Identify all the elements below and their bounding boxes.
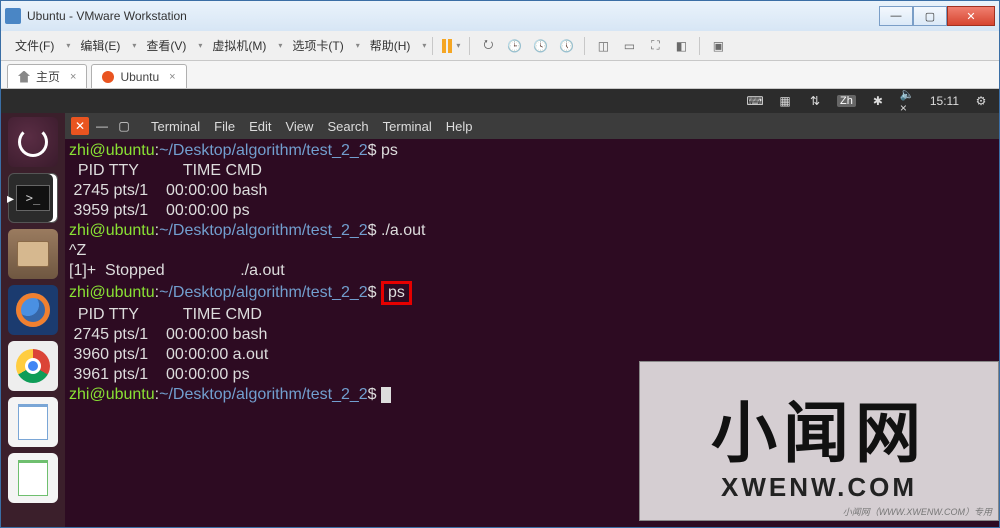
send-ctrl-alt-del-icon[interactable]: ⭮ <box>476 35 500 57</box>
calc-icon <box>18 460 48 496</box>
launcher-files[interactable] <box>8 229 58 279</box>
tmenu-file[interactable]: File <box>214 119 235 134</box>
dash-button[interactable] <box>8 117 58 167</box>
terminal-maximize-button[interactable]: ▢ <box>115 117 133 135</box>
unity-mode-icon[interactable]: ◧ <box>669 35 693 57</box>
chrome-icon <box>16 349 50 383</box>
files-icon <box>17 241 49 267</box>
menu-view[interactable]: 查看(V) <box>138 33 194 58</box>
writer-icon <box>18 404 48 440</box>
tab-close-icon[interactable]: × <box>169 71 175 83</box>
terminal-cursor <box>381 387 391 403</box>
running-indicator-icon: ▸ <box>7 190 14 207</box>
console-view-icon[interactable]: ▣ <box>706 35 730 57</box>
tmenu-edit[interactable]: Edit <box>249 119 271 134</box>
highlight-box: ps <box>381 281 412 305</box>
menu-file[interactable]: 文件(F) <box>7 33 62 58</box>
app-icon <box>5 8 21 24</box>
tmenu-search[interactable]: Search <box>327 119 368 134</box>
system-gear-icon[interactable]: ⚙ <box>973 93 989 109</box>
terminal-icon: >_ <box>16 185 50 211</box>
launcher-terminal[interactable]: ▸ >_ <box>8 173 58 223</box>
tmenu-terminal[interactable]: Terminal <box>151 119 200 134</box>
tmenu-help[interactable]: Help <box>446 119 473 134</box>
network-icon[interactable]: ⇅ <box>807 93 823 109</box>
terminal-close-button[interactable]: ✕ <box>71 117 89 135</box>
bluetooth-icon[interactable]: ✱ <box>870 93 886 109</box>
pause-vm-button[interactable]: ▾ <box>439 35 463 57</box>
launcher-chrome[interactable] <box>8 341 58 391</box>
home-icon <box>18 71 30 83</box>
ime-indicator[interactable]: Zh <box>837 95 856 107</box>
window-title: Ubuntu - VMware Workstation <box>27 9 879 23</box>
window-titlebar[interactable]: Ubuntu - VMware Workstation — ▢ ✕ <box>1 1 999 31</box>
snapshot-icon[interactable]: 🕒 <box>502 35 526 57</box>
launcher-writer[interactable] <box>8 397 58 447</box>
watermark-overlay: 小闻网 XWENW.COM 小闻网（WWW.XWENW.COM）专用 <box>639 361 999 521</box>
tab-home[interactable]: 主页 × <box>7 64 87 88</box>
firefox-icon <box>16 293 50 327</box>
close-button[interactable]: ✕ <box>947 6 995 26</box>
launcher-calc[interactable] <box>8 453 58 503</box>
tab-ubuntu-label: Ubuntu <box>120 70 159 84</box>
vm-guest-display[interactable]: ⌨ ▦ ⇅ Zh ✱ 🔈× 15:11 ⚙ ▸ >_ ✕ — <box>1 89 999 527</box>
tab-close-icon[interactable]: × <box>70 71 76 83</box>
layout-icon-2[interactable]: ▭ <box>617 35 641 57</box>
terminal-titlebar[interactable]: ✕ — ▢ Terminal File Edit View Search Ter… <box>65 113 999 139</box>
watermark-credit: 小闻网（WWW.XWENW.COM）专用 <box>843 505 992 518</box>
ubuntu-icon <box>102 71 114 83</box>
watermark-url: XWENW.COM <box>721 472 917 503</box>
terminal-minimize-button[interactable]: — <box>93 117 111 135</box>
vmware-menubar: 文件(F)▾ 编辑(E)▾ 查看(V)▾ 虚拟机(M)▾ 选项卡(T)▾ 帮助(… <box>1 31 999 61</box>
tab-home-label: 主页 <box>36 68 60 85</box>
snapshot-manager-icon[interactable]: 🕓 <box>528 35 552 57</box>
vmware-window: Ubuntu - VMware Workstation — ▢ ✕ 文件(F) ▾… <box>0 0 1000 528</box>
volume-muted-icon[interactable]: 🔈× <box>900 93 916 109</box>
vmware-tabs: 主页 × Ubuntu × <box>1 61 999 89</box>
keyboard-icon[interactable]: ⌨ <box>747 93 763 109</box>
ubuntu-swirl-icon <box>18 127 48 157</box>
revert-icon[interactable]: 🕔 <box>554 35 578 57</box>
tab-ubuntu[interactable]: Ubuntu × <box>91 64 186 88</box>
layout-icon-1[interactable]: ◫ <box>591 35 615 57</box>
tmenu-view[interactable]: View <box>285 119 313 134</box>
menu-edit[interactable]: 编辑(E) <box>72 33 128 58</box>
tmenu-terminal2[interactable]: Terminal <box>383 119 432 134</box>
unity-launcher: ▸ >_ <box>1 113 65 527</box>
ubuntu-top-panel[interactable]: ⌨ ▦ ⇅ Zh ✱ 🔈× 15:11 ⚙ <box>1 89 999 113</box>
fullscreen-icon[interactable]: ⛶ <box>643 35 667 57</box>
calendar-icon[interactable]: ▦ <box>777 93 793 109</box>
menu-vm[interactable]: 虚拟机(M) <box>204 33 274 58</box>
launcher-firefox[interactable] <box>8 285 58 335</box>
minimize-button[interactable]: — <box>879 6 913 26</box>
clock[interactable]: 15:11 <box>930 94 959 108</box>
maximize-button[interactable]: ▢ <box>913 6 947 26</box>
menu-help[interactable]: 帮助(H) <box>362 33 419 58</box>
watermark-title: 小闻网 <box>711 380 927 476</box>
menu-tabs[interactable]: 选项卡(T) <box>284 33 351 58</box>
